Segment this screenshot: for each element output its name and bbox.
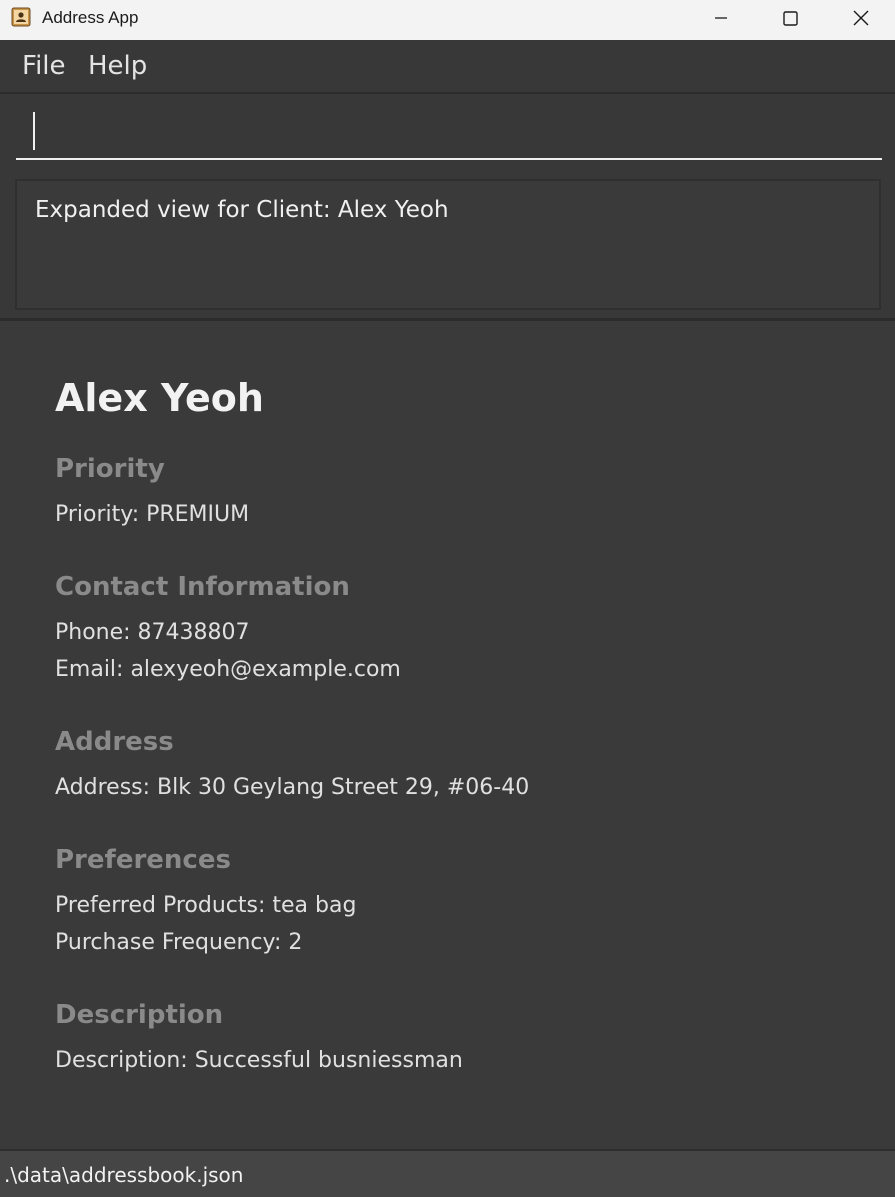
description-field: Description: Successful busniessman (55, 1048, 463, 1073)
section-heading-priority: Priority (55, 454, 165, 484)
purchase-frequency-field: Purchase Frequency: 2 (55, 930, 303, 955)
section-heading-preferences: Preferences (55, 845, 231, 875)
address-book-icon (11, 7, 31, 27)
command-box (0, 94, 895, 172)
status-bar: .\data\addressbook.json (0, 1149, 895, 1197)
minimize-icon (715, 17, 727, 19)
save-location: .\data\addressbook.json (4, 1163, 244, 1187)
section-heading-description: Description (55, 1000, 224, 1030)
menu-file[interactable]: File (22, 51, 66, 81)
preferred-products-field: Preferred Products: tea bag (55, 893, 357, 918)
result-display[interactable]: Expanded view for Client: Alex Yeoh (15, 179, 881, 310)
window-title: Address App (42, 8, 139, 27)
section-heading-address: Address (55, 727, 174, 757)
address-field: Address: Blk 30 Geylang Street 29, #06-4… (55, 775, 530, 800)
section-heading-contact: Contact Information (55, 572, 350, 602)
result-message: Expanded view for Client: Alex Yeoh (35, 197, 449, 223)
title-bar: Address App (0, 0, 895, 40)
email-field: Email: alexyeoh@example.com (55, 657, 401, 682)
close-button[interactable] (826, 0, 895, 36)
phone-field: Phone: 87438807 (55, 620, 250, 645)
menu-help[interactable]: Help (88, 51, 147, 81)
client-detail-panel: Alex Yeoh Priority Priority: PREMIUM Con… (0, 321, 895, 1149)
close-icon (853, 10, 869, 26)
priority-field: Priority: PREMIUM (55, 502, 250, 527)
minimize-button[interactable] (686, 0, 756, 36)
command-input[interactable] (16, 104, 882, 160)
text-caret (33, 112, 35, 150)
client-name: Alex Yeoh (55, 376, 264, 420)
maximize-icon (782, 10, 798, 26)
menu-bar: File Help (0, 40, 895, 94)
maximize-button[interactable] (755, 0, 825, 36)
